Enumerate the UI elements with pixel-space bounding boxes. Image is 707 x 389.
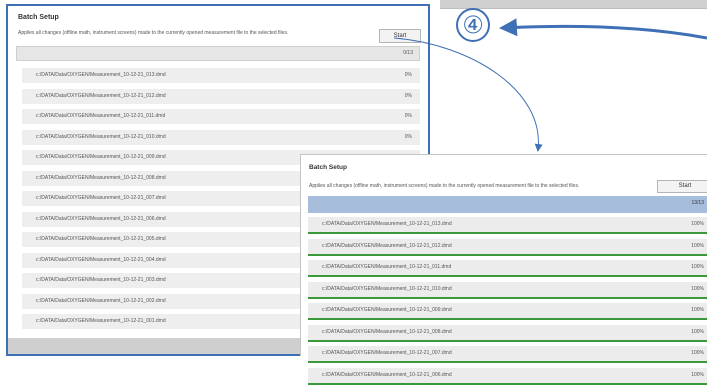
file-path: c:/DATA/Data/OXYGEN/Measurement_10-12-21… (36, 318, 166, 324)
file-progress-percent: 0% (404, 72, 412, 78)
file-progress-percent: 100% (691, 371, 704, 378)
file-path: c:/DATA/Data/OXYGEN/Measurement_10-12-21… (322, 285, 452, 292)
overall-progress-bar: 0/13 (16, 46, 420, 61)
file-path: c:/DATA/Data/OXYGEN/Measurement_10-12-21… (36, 297, 166, 304)
file-path: c:/DATA/Data/OXYGEN/Measurement_10-12-21… (36, 154, 166, 160)
file-path: c:/DATA/Data/OXYGEN/Measurement_10-12-21… (322, 371, 452, 378)
file-path: c:/DATA/Data/OXYGEN/Measurement_10-12-21… (322, 307, 452, 313)
start-button[interactable]: Start (657, 180, 707, 193)
file-path: c:/DATA/Data/OXYGEN/Measurement_10-12-21… (36, 113, 166, 119)
file-path: c:/DATA/Data/OXYGEN/Measurement_10-12-21… (36, 133, 166, 140)
file-path: c:/DATA/Data/OXYGEN/Measurement_10-12-21… (322, 328, 452, 335)
file-row-complete[interactable]: c:/DATA/Data/OXYGEN/Measurement_10-12-21… (308, 324, 707, 342)
file-path: c:/DATA/Data/OXYGEN/Measurement_10-12-21… (322, 242, 452, 249)
overall-progress-bar-complete: 13/13 (308, 196, 707, 213)
progress-count: 0/13 (403, 50, 413, 56)
file-progress-percent: 100% (691, 264, 704, 270)
file-progress-percent: 100% (691, 285, 704, 292)
window-title: Batch Setup (309, 164, 347, 171)
file-path: c:/DATA/Data/OXYGEN/Measurement_10-12-21… (36, 215, 166, 222)
file-progress-percent: 0% (404, 113, 412, 119)
file-progress-percent: 100% (691, 221, 704, 227)
file-row-complete[interactable]: c:/DATA/Data/OXYGEN/Measurement_10-12-21… (308, 346, 707, 363)
file-progress-percent: 0% (404, 133, 412, 140)
file-path: c:/DATA/Data/OXYGEN/Measurement_10-12-21… (322, 264, 452, 270)
file-row[interactable]: c:/DATA/Data/OXYGEN/Measurement_10-12-21… (22, 88, 420, 104)
file-row-complete[interactable]: c:/DATA/Data/OXYGEN/Measurement_10-12-21… (308, 281, 707, 299)
file-row[interactable]: c:/DATA/Data/OXYGEN/Measurement_10-12-21… (22, 68, 420, 83)
step-number-badge: ④ (456, 8, 490, 42)
file-row-complete[interactable]: c:/DATA/Data/OXYGEN/Measurement_10-12-21… (308, 303, 707, 320)
file-row[interactable]: c:/DATA/Data/OXYGEN/Measurement_10-12-21… (22, 129, 420, 145)
window-description: Applies all changes (offline math, instr… (309, 183, 580, 189)
window-description: Applies all changes (offline math, instr… (18, 30, 289, 36)
file-progress-percent: 0% (404, 92, 412, 99)
file-path: c:/DATA/Data/OXYGEN/Measurement_10-12-21… (36, 195, 166, 201)
file-row-complete[interactable]: c:/DATA/Data/OXYGEN/Measurement_10-12-21… (308, 217, 707, 234)
batch-setup-window-after: Batch Setup Applies all changes (offline… (300, 154, 707, 385)
file-path: c:/DATA/Data/OXYGEN/Measurement_10-12-21… (36, 277, 166, 283)
file-progress-percent: 100% (691, 242, 704, 249)
progress-count: 13/13 (691, 200, 704, 206)
file-row[interactable]: c:/DATA/Data/OXYGEN/Measurement_10-12-21… (22, 109, 420, 124)
file-path: c:/DATA/Data/OXYGEN/Measurement_10-12-21… (322, 221, 452, 227)
file-row-complete[interactable]: c:/DATA/Data/OXYGEN/Measurement_10-12-21… (308, 260, 707, 277)
file-list: c:/DATA/Data/OXYGEN/Measurement_10-12-21… (308, 217, 707, 389)
file-progress-percent: 100% (691, 328, 704, 335)
file-path: c:/DATA/Data/OXYGEN/Measurement_10-12-21… (322, 350, 452, 356)
file-path: c:/DATA/Data/OXYGEN/Measurement_10-12-21… (36, 72, 166, 78)
pointer-arrow (499, 18, 707, 40)
start-button[interactable]: Start (379, 29, 421, 43)
file-row-complete[interactable]: c:/DATA/Data/OXYGEN/Measurement_10-12-21… (308, 238, 707, 256)
file-row-complete[interactable]: c:/DATA/Data/OXYGEN/Measurement_10-12-21… (308, 367, 707, 385)
file-path: c:/DATA/Data/OXYGEN/Measurement_10-12-21… (36, 174, 166, 181)
background-toolbar-strip (440, 0, 707, 9)
file-progress-percent: 100% (691, 307, 704, 313)
window-title: Batch Setup (18, 14, 59, 21)
file-path: c:/DATA/Data/OXYGEN/Measurement_10-12-21… (36, 256, 166, 263)
file-path: c:/DATA/Data/OXYGEN/Measurement_10-12-21… (36, 92, 166, 99)
file-path: c:/DATA/Data/OXYGEN/Measurement_10-12-21… (36, 236, 166, 242)
file-progress-percent: 100% (691, 350, 704, 356)
